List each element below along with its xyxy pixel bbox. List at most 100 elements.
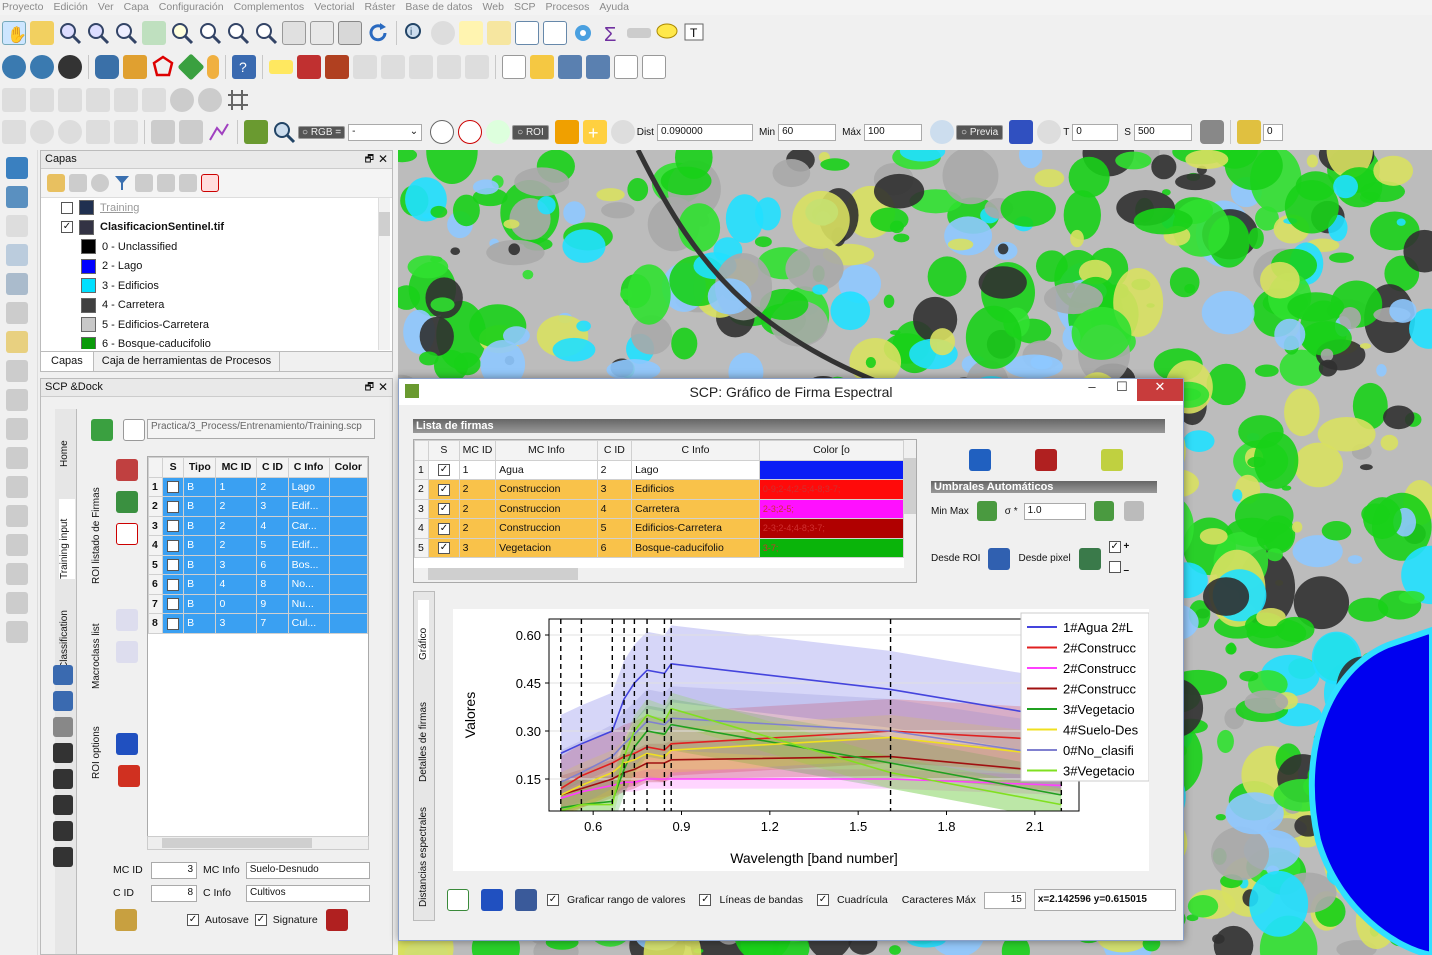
roi-scatter-icon[interactable] bbox=[116, 641, 138, 663]
sig-column-header[interactable]: C ID bbox=[596, 440, 633, 461]
map-tips-icon[interactable] bbox=[655, 21, 679, 45]
roi-delete-icon[interactable] bbox=[116, 523, 138, 545]
add-to-plot-icon[interactable] bbox=[1101, 449, 1123, 471]
menu-item-8[interactable]: Base de datos bbox=[403, 0, 480, 15]
threshold-table-icon[interactable] bbox=[1123, 501, 1144, 521]
menu-item-6[interactable]: Vectorial bbox=[312, 0, 362, 15]
help-icon[interactable]: ? bbox=[232, 55, 256, 79]
zoom-actual-icon[interactable] bbox=[114, 21, 138, 45]
add-group-icon[interactable] bbox=[69, 174, 87, 192]
trash-icon[interactable] bbox=[1199, 120, 1224, 144]
redo-icon[interactable] bbox=[6, 621, 28, 643]
attribute-table-icon[interactable] bbox=[515, 21, 539, 45]
tab-capas[interactable]: Capas bbox=[41, 352, 94, 371]
t-input[interactable]: 0 bbox=[1072, 123, 1119, 141]
menu-item-11[interactable]: Procesos bbox=[544, 0, 598, 15]
signature-row[interactable]: 5 ✓ 3 Vegetacion 6 Bosque-caducifolio 3-7; bbox=[414, 537, 905, 558]
save-roi-icon[interactable] bbox=[115, 909, 137, 931]
deselect-icon[interactable] bbox=[487, 21, 511, 45]
signature-row[interactable]: 1 ✓ 1 Agua 2 Lago bbox=[414, 459, 905, 480]
zoom-full-icon[interactable] bbox=[142, 21, 166, 45]
c-info-input[interactable]: Cultivos bbox=[246, 884, 370, 902]
roi-merge-icon[interactable] bbox=[116, 459, 138, 481]
measure-icon[interactable] bbox=[627, 28, 651, 38]
roi-column-header[interactable]: Tipo bbox=[183, 457, 217, 478]
edit-3-icon[interactable] bbox=[6, 360, 28, 382]
from-pixel-icon[interactable] bbox=[1078, 547, 1101, 570]
bookmarks-icon[interactable] bbox=[338, 21, 362, 45]
sig-color-cell[interactable]: 2-3;2-4;4-8;3-7; bbox=[758, 518, 905, 539]
paste-icon[interactable] bbox=[6, 563, 28, 585]
tab-signature-details[interactable]: Detalles de firmas bbox=[418, 682, 429, 782]
side-1-icon[interactable] bbox=[53, 665, 73, 685]
sig-select-cell[interactable]: ✓ bbox=[428, 518, 460, 539]
float-icon[interactable]: 🗗 bbox=[365, 152, 374, 169]
roi-checkbox[interactable]: ✓ bbox=[167, 617, 180, 630]
side-2-icon[interactable] bbox=[53, 691, 73, 711]
roi-column-header[interactable]: Color bbox=[328, 457, 368, 478]
globe-wms-icon[interactable] bbox=[58, 55, 82, 79]
menu-item-0[interactable]: Proyecto bbox=[0, 0, 51, 15]
digitize-3-icon[interactable] bbox=[58, 87, 82, 112]
zoom-next-icon[interactable] bbox=[254, 21, 278, 45]
tab-processing-toolbox[interactable]: Caja de herramientas de Procesos bbox=[94, 352, 281, 371]
open-training-icon[interactable] bbox=[91, 419, 113, 441]
roi-select-cell[interactable]: ✓ bbox=[161, 476, 185, 497]
side-3-icon[interactable] bbox=[53, 717, 73, 737]
remove-layer-icon[interactable] bbox=[201, 174, 219, 192]
roi-toggle[interactable]: ○ ROI bbox=[512, 124, 549, 140]
roi-checkbox[interactable]: ✓ bbox=[167, 539, 180, 552]
calculator-icon[interactable] bbox=[1236, 120, 1261, 144]
zoom-roi-icon[interactable] bbox=[272, 120, 296, 144]
sigma-apply-icon[interactable] bbox=[1093, 501, 1114, 521]
digitize-5-icon[interactable] bbox=[114, 87, 138, 112]
roi-color[interactable] bbox=[328, 613, 368, 634]
grid-checkbox[interactable]: ✓ bbox=[816, 894, 829, 906]
label-grey4-icon[interactable] bbox=[437, 55, 461, 79]
roi-column-header[interactable]: MC ID bbox=[215, 457, 258, 478]
value-range-checkbox[interactable]: ✓ bbox=[547, 894, 559, 906]
c-id-input[interactable]: 8 bbox=[151, 884, 197, 902]
edit-5-icon[interactable] bbox=[6, 418, 28, 440]
roi-row[interactable]: 4 ✓ B 2 5 Edif... bbox=[148, 535, 368, 556]
roi-select-cell[interactable]: ✓ bbox=[161, 515, 185, 536]
sig-column-header[interactable]: C Info bbox=[631, 440, 760, 461]
layer-item[interactable]: 2 - Lago bbox=[41, 257, 392, 277]
zoom-out-icon[interactable] bbox=[86, 21, 110, 45]
signature-checkbox[interactable]: ✓ bbox=[254, 914, 267, 926]
sig-select-cell[interactable]: ✓ bbox=[428, 459, 460, 480]
plugin-icon[interactable] bbox=[123, 55, 147, 79]
preview-redo-icon[interactable] bbox=[1009, 120, 1034, 144]
menu-item-1[interactable]: Edición bbox=[51, 0, 95, 15]
scp-tool-3-icon[interactable] bbox=[58, 120, 82, 144]
open-layer-styling-icon[interactable] bbox=[47, 174, 65, 192]
roi-row[interactable]: 3 ✓ B 2 4 Car... bbox=[148, 515, 368, 536]
label-grey3-icon[interactable] bbox=[409, 55, 433, 79]
save-icon[interactable] bbox=[558, 55, 582, 79]
spectral-plot-icon[interactable] bbox=[207, 120, 231, 144]
s-input[interactable]: 500 bbox=[1133, 123, 1192, 141]
undo-icon[interactable] bbox=[6, 592, 28, 614]
dist-input[interactable]: 0.090000 bbox=[656, 123, 753, 141]
layer-item[interactable]: ✓ ClasificacionSentinel.tif bbox=[41, 218, 392, 238]
minus-icon[interactable]: – bbox=[1124, 565, 1130, 576]
identify-icon[interactable]: i bbox=[403, 21, 427, 45]
roi-row[interactable]: 8 ✓ B 3 7 Cul... bbox=[148, 613, 368, 634]
roi-plot-icon[interactable] bbox=[116, 609, 138, 631]
from-roi-icon[interactable] bbox=[988, 547, 1011, 570]
tab-training-input[interactable]: Training input bbox=[59, 499, 75, 579]
roi-column-header[interactable]: C Info bbox=[287, 457, 330, 478]
add-layer-2-icon[interactable] bbox=[6, 186, 28, 208]
roi-select-cell[interactable]: ✓ bbox=[161, 554, 185, 575]
tab-roi-list[interactable]: ROI listado de Firmas bbox=[91, 484, 102, 584]
plus-icon[interactable]: + bbox=[1124, 541, 1130, 552]
preview-refresh-icon[interactable] bbox=[1037, 120, 1062, 144]
roi-row[interactable]: 6 ✓ B 4 8 No... bbox=[148, 574, 368, 595]
roi-row[interactable]: 5 ✓ B 3 6 Bos... bbox=[148, 554, 368, 575]
side-6-icon[interactable] bbox=[53, 795, 73, 815]
sig-column-header[interactable]: S bbox=[428, 440, 460, 461]
scp-tool-1-icon[interactable] bbox=[2, 120, 26, 144]
label-pin-icon[interactable] bbox=[325, 55, 349, 79]
sum-icon[interactable]: Σ bbox=[599, 21, 623, 46]
refresh-icon[interactable] bbox=[366, 21, 390, 45]
